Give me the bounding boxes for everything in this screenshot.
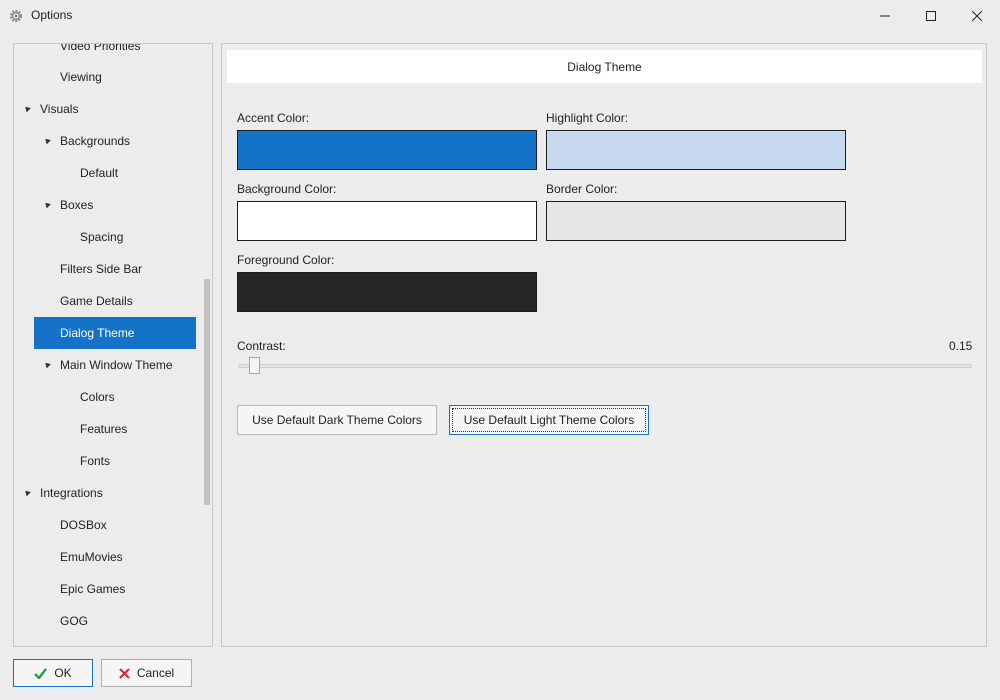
highlight-color-swatch[interactable] bbox=[546, 130, 846, 170]
tree-item-label: Visuals bbox=[40, 102, 79, 116]
tree-item-label: Features bbox=[80, 422, 128, 436]
cancel-button-label: Cancel bbox=[136, 666, 175, 680]
maximize-icon bbox=[926, 10, 936, 21]
maximize-button[interactable] bbox=[908, 0, 954, 31]
ok-button-label: OK bbox=[54, 666, 72, 680]
tree-item-default[interactable]: Default bbox=[14, 157, 197, 189]
collapse-arrow-icon[interactable] bbox=[23, 104, 31, 113]
checkmark-icon bbox=[34, 667, 48, 679]
tree-item-visuals[interactable]: Visuals bbox=[14, 93, 197, 125]
collapse-arrow-icon[interactable] bbox=[43, 360, 51, 369]
accent-color-label: Accent Color: bbox=[237, 111, 310, 125]
tree-item-label: Epic Games bbox=[60, 582, 126, 596]
tree-item-label: Game Details bbox=[60, 294, 133, 308]
tree-item-emumovies[interactable]: EmuMovies bbox=[14, 541, 197, 573]
panel-header: Dialog Theme bbox=[227, 50, 982, 83]
use-light-theme-button[interactable]: Use Default Light Theme Colors bbox=[449, 405, 649, 435]
tree-item-features[interactable]: Features bbox=[14, 413, 197, 445]
close-button[interactable] bbox=[954, 0, 1000, 31]
tree-item-main-window-theme[interactable]: Main Window Theme bbox=[14, 349, 197, 381]
tree-item-label: Boxes bbox=[60, 198, 94, 212]
contrast-slider-track[interactable] bbox=[238, 364, 972, 368]
tree-item-label: Colors bbox=[80, 390, 115, 404]
tree-item-boxes[interactable]: Boxes bbox=[14, 189, 197, 221]
tree-item-dosbox[interactable]: DOSBox bbox=[14, 509, 197, 541]
border-color-swatch[interactable] bbox=[546, 201, 846, 241]
tree-item-fonts[interactable]: Fonts bbox=[14, 445, 197, 477]
contrast-label: Contrast: bbox=[237, 339, 286, 353]
use-dark-theme-button[interactable]: Use Default Dark Theme Colors bbox=[237, 405, 437, 435]
cancel-button[interactable]: Cancel bbox=[101, 659, 192, 687]
tree-item-label: EmuMovies bbox=[60, 550, 123, 564]
tree-item-gog[interactable]: GOG bbox=[14, 605, 197, 637]
tree-item-label: Filters Side Bar bbox=[60, 262, 143, 276]
tree-item-label: Fonts bbox=[80, 454, 111, 468]
background-color-swatch[interactable] bbox=[237, 201, 537, 241]
tree-item-viewing[interactable]: Viewing bbox=[14, 61, 197, 93]
tree-item-label: GOG bbox=[60, 614, 89, 628]
tree-item-backgrounds[interactable]: Backgrounds bbox=[14, 125, 197, 157]
title-bar: Options bbox=[0, 0, 1000, 31]
tree-item-label: Dialog Theme bbox=[60, 326, 135, 340]
dialog-theme-panel: Dialog Theme Accent Color: Highlight Col… bbox=[221, 43, 987, 647]
contrast-value: 0.15 bbox=[949, 339, 973, 353]
foreground-color-swatch[interactable] bbox=[237, 272, 537, 312]
tree-item-filters-side-bar[interactable]: Filters Side Bar bbox=[14, 253, 197, 285]
tree-item-game-details[interactable]: Game Details bbox=[14, 285, 197, 317]
tree-item-spacing[interactable]: Spacing bbox=[14, 221, 197, 253]
close-icon bbox=[972, 10, 982, 21]
collapse-arrow-icon[interactable] bbox=[23, 488, 31, 497]
tree-item-label: Main Window Theme bbox=[60, 358, 173, 372]
contrast-slider-thumb[interactable] bbox=[249, 357, 260, 374]
options-tree[interactable]: Video Priorities Viewing Visuals Backgro… bbox=[13, 43, 213, 647]
tree-item-label: Spacing bbox=[80, 230, 124, 244]
tree-item-label: Default bbox=[80, 166, 119, 180]
window-title: Options bbox=[31, 8, 73, 22]
highlight-color-label: Highlight Color: bbox=[546, 111, 629, 125]
ok-button[interactable]: OK bbox=[13, 659, 93, 687]
tree-item-label: Viewing bbox=[60, 70, 102, 84]
background-color-label: Background Color: bbox=[237, 182, 337, 196]
tree-item-label: Integrations bbox=[40, 486, 103, 500]
tree-item-video-priorities[interactable]: Video Priorities bbox=[14, 43, 197, 62]
gear-icon bbox=[8, 8, 24, 24]
border-color-label: Border Color: bbox=[546, 182, 618, 196]
tree-item-epic-games[interactable]: Epic Games bbox=[14, 573, 197, 605]
tree-item-dialog-theme[interactable]: Dialog Theme bbox=[34, 317, 196, 349]
collapse-arrow-icon[interactable] bbox=[43, 136, 51, 145]
tree-item-colors[interactable]: Colors bbox=[14, 381, 197, 413]
collapse-arrow-icon[interactable] bbox=[43, 200, 51, 209]
tree-scrollbar-thumb[interactable] bbox=[204, 279, 210, 505]
minimize-button[interactable] bbox=[862, 0, 908, 31]
foreground-color-label: Foreground Color: bbox=[237, 253, 335, 267]
tree-item-label: Video Priorities bbox=[60, 43, 141, 53]
tree-item-label: DOSBox bbox=[60, 518, 107, 532]
minimize-icon bbox=[880, 15, 890, 16]
tree-item-integrations[interactable]: Integrations bbox=[14, 477, 197, 509]
tree-item-label: Backgrounds bbox=[60, 134, 131, 148]
x-icon bbox=[119, 667, 130, 679]
accent-color-swatch[interactable] bbox=[237, 130, 537, 170]
